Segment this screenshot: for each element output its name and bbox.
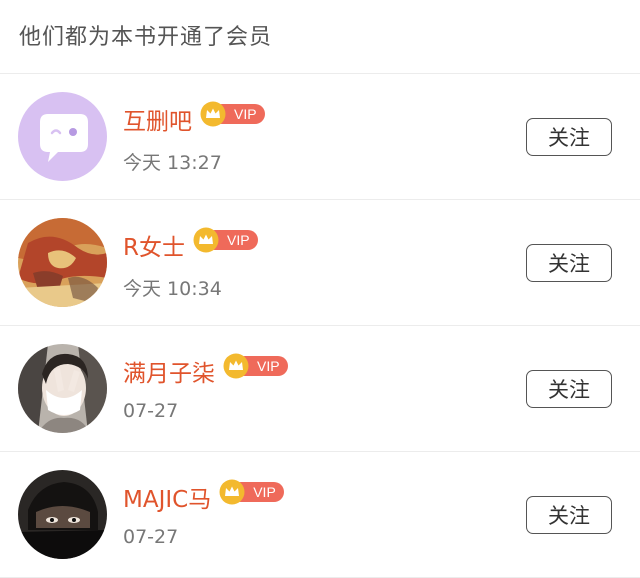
- avatar-photo-icon: [18, 470, 107, 559]
- member-name[interactable]: MAJIC马: [123, 480, 211, 514]
- name-line: 互删吧 VIP: [123, 101, 265, 136]
- name-line: 满月子柒 VIP: [123, 353, 288, 388]
- vip-badge: VIP: [193, 227, 258, 253]
- member-row[interactable]: 互删吧 VIP 今天 13:27 关注: [0, 74, 640, 200]
- crown-icon: [219, 479, 245, 505]
- avatar[interactable]: [18, 218, 107, 307]
- vip-badge: VIP: [200, 101, 265, 127]
- member-name[interactable]: R女士: [123, 228, 185, 262]
- follow-button[interactable]: 关注: [526, 496, 612, 534]
- join-time: 今天 13:27: [123, 152, 222, 174]
- member-name[interactable]: 满月子柒: [123, 354, 215, 388]
- member-row[interactable]: 满月子柒 VIP 07-27 关注: [0, 326, 640, 452]
- avatar-illustration-icon: [18, 218, 107, 307]
- avatar[interactable]: [18, 92, 107, 181]
- name-line: MAJIC马 VIP: [123, 479, 284, 514]
- name-line: R女士 VIP: [123, 227, 258, 262]
- follow-button[interactable]: 关注: [526, 118, 612, 156]
- follow-button[interactable]: 关注: [526, 244, 612, 282]
- header-title: 他们都为本书开通了会员: [19, 24, 273, 50]
- vip-badge: VIP: [223, 353, 288, 379]
- crown-icon: [200, 101, 226, 127]
- member-name[interactable]: 互删吧: [123, 102, 192, 136]
- crown-icon: [193, 227, 219, 253]
- avatar[interactable]: [18, 344, 107, 433]
- avatar-photo-icon: [18, 344, 107, 433]
- default-chat-avatar-icon: [18, 92, 107, 181]
- avatar[interactable]: [18, 470, 107, 559]
- join-time: 07-27: [123, 526, 179, 548]
- members-header: 他们都为本书开通了会员: [0, 0, 640, 74]
- member-row[interactable]: MAJIC马 VIP 07-27 关注: [0, 452, 640, 578]
- member-row[interactable]: R女士 VIP 今天 10:34 关注: [0, 200, 640, 326]
- vip-badge: VIP: [219, 479, 284, 505]
- join-time: 今天 10:34: [123, 278, 222, 300]
- follow-button[interactable]: 关注: [526, 370, 612, 408]
- join-time: 07-27: [123, 400, 179, 422]
- crown-icon: [223, 353, 249, 379]
